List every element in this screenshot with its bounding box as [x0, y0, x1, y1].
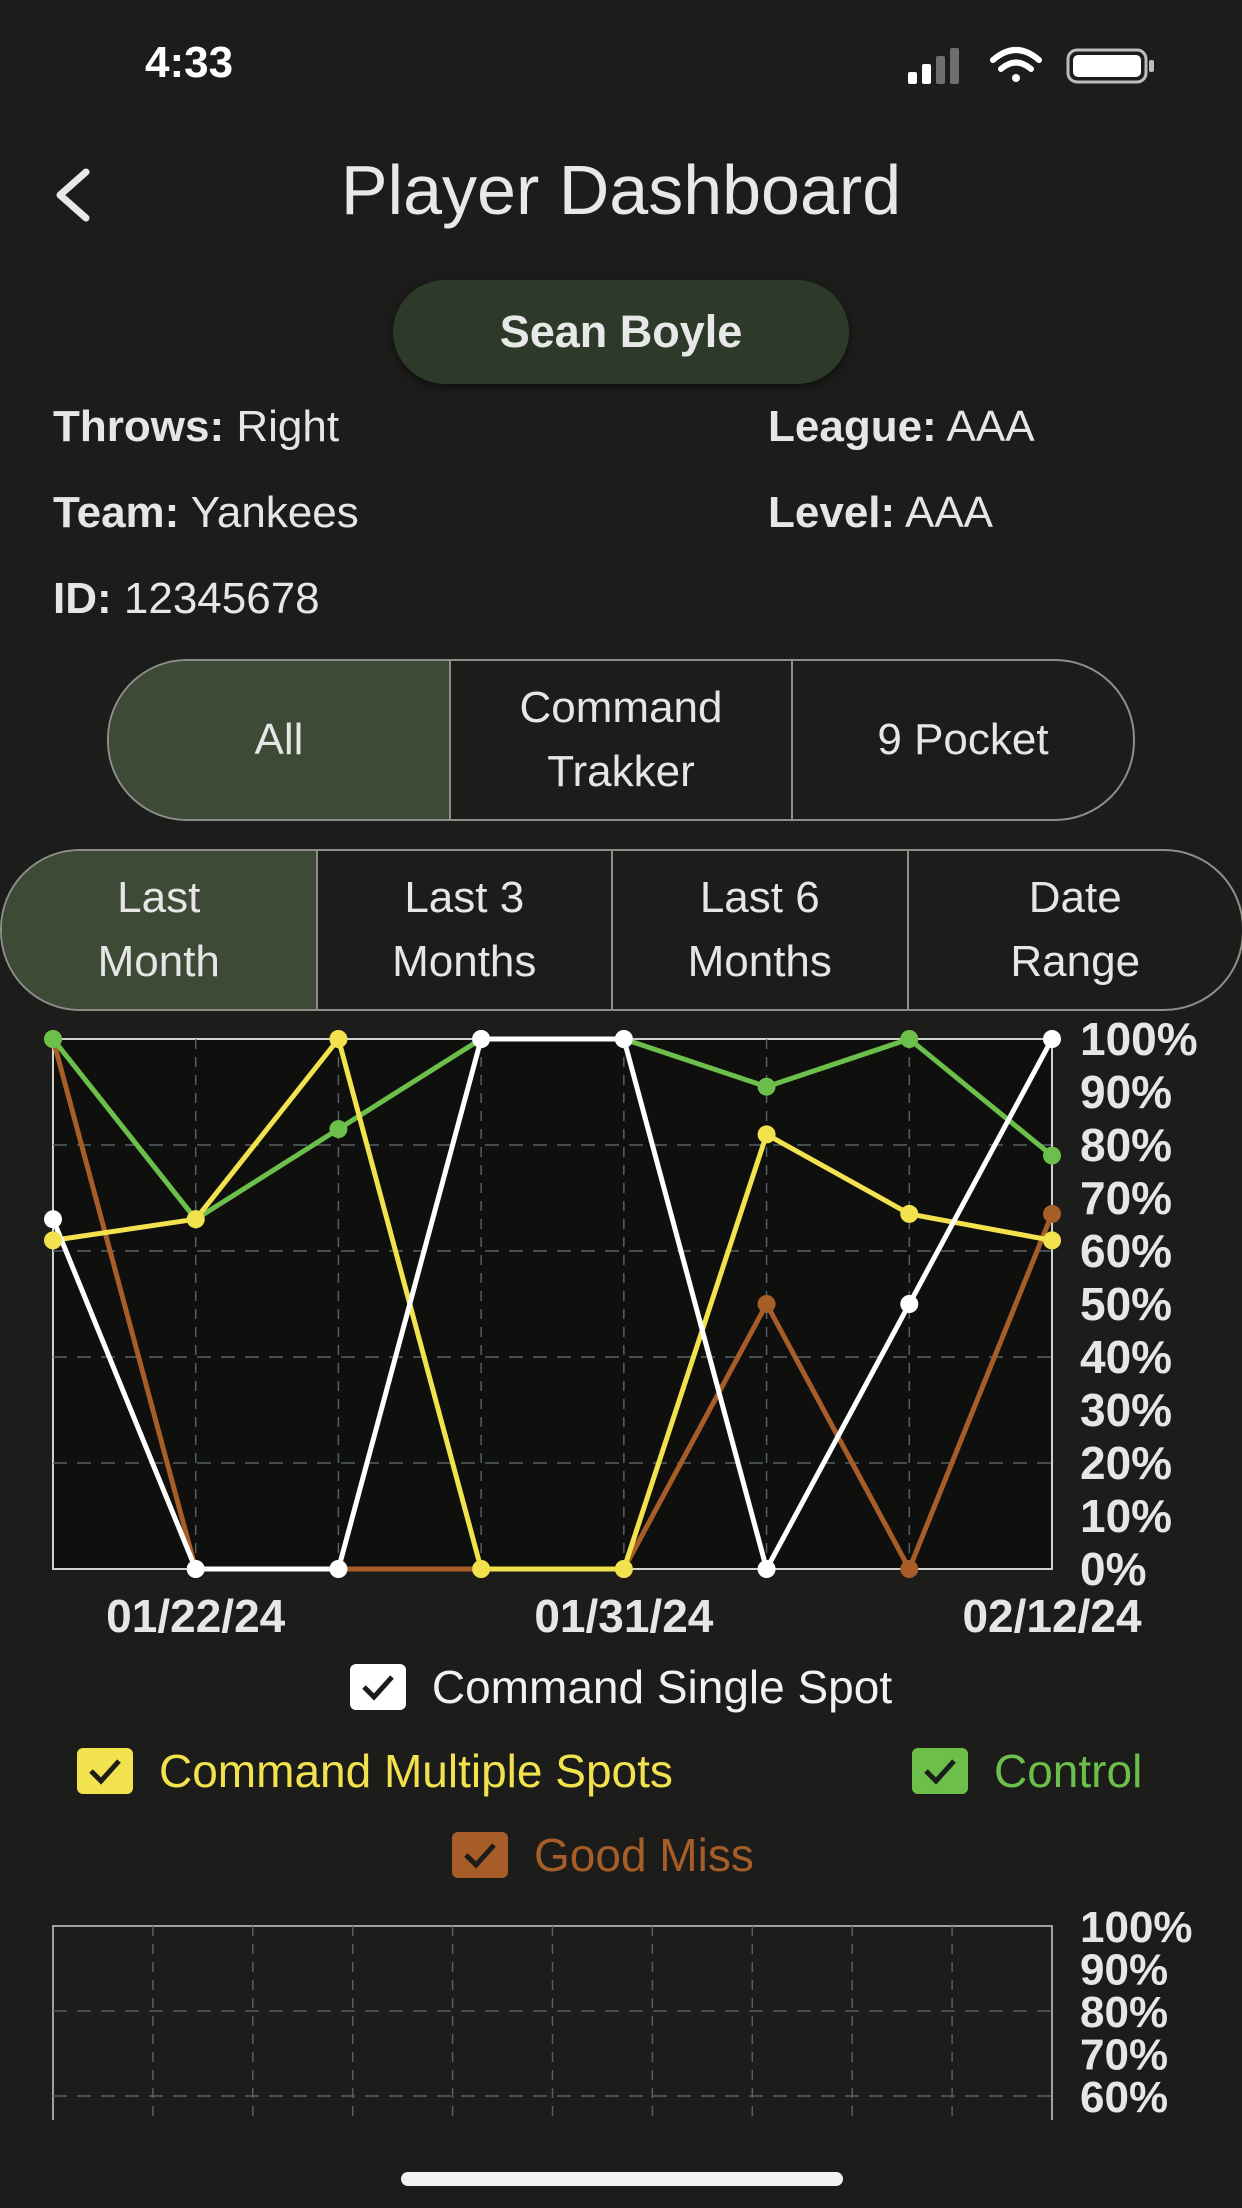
- tab-9-pocket[interactable]: 9 Pocket: [793, 661, 1133, 819]
- y-tick-label: 30%: [1080, 1384, 1172, 1436]
- y-tick-label: 70%: [1080, 1172, 1172, 1224]
- data-point: [472, 1030, 491, 1048]
- data-point: [186, 1560, 205, 1578]
- throws-info: Throws: Right: [53, 402, 339, 452]
- data-point: [329, 1560, 348, 1578]
- signal-icon: [908, 48, 959, 84]
- x-tick-label: 01/22/24: [106, 1590, 285, 1642]
- team-label: Team:: [53, 488, 180, 537]
- data-point: [757, 1560, 776, 1578]
- y-tick-label: 90%: [1080, 1066, 1172, 1118]
- data-point: [900, 1030, 919, 1048]
- throws-label: Throws:: [53, 402, 225, 451]
- data-point: [1043, 1146, 1061, 1165]
- y-tick-label: 50%: [1080, 1278, 1172, 1330]
- level-label: Level:: [768, 488, 896, 537]
- data-point: [329, 1030, 348, 1048]
- status-icons: [908, 46, 1158, 86]
- legend-label: Command Multiple Spots: [159, 1745, 673, 1797]
- x-tick-label: 01/31/24: [534, 1590, 713, 1642]
- data-point: [614, 1560, 633, 1578]
- id-label: ID:: [53, 574, 112, 623]
- tab-last-3-months[interactable]: Last 3 Months: [318, 851, 613, 1009]
- legend-command-single-spot[interactable]: Command Single Spot: [349, 1660, 893, 1714]
- second-line-chart: 100%90%80%70%60%: [52, 1903, 1193, 2120]
- level-info: Level: AAA: [768, 488, 993, 538]
- legend-label: Command Single Spot: [431, 1661, 893, 1713]
- data-point: [900, 1204, 919, 1223]
- tab-last-6-months[interactable]: Last 6 Months: [613, 851, 909, 1009]
- status-time: 4:33: [145, 38, 234, 87]
- y-tick-label: 60%: [1080, 1225, 1172, 1277]
- tab-last-month[interactable]: Last Month: [2, 851, 318, 1009]
- checkbox-icon: [912, 1748, 968, 1794]
- y-tick-label: 0%: [1080, 1543, 1146, 1595]
- data-point: [329, 1120, 348, 1139]
- data-point: [1043, 1231, 1061, 1250]
- data-point: [44, 1231, 62, 1250]
- legend-row-1: Command Single Spot: [0, 1660, 1242, 1714]
- y-tick-label: 100%: [1080, 1013, 1198, 1065]
- range-segmented-control: Last Month Last 3 Months Last 6 Months D…: [0, 849, 1242, 1011]
- y-tick-label: 80%: [1080, 1119, 1172, 1171]
- team-info: Team: Yankees: [53, 488, 359, 538]
- data-point: [757, 1125, 776, 1144]
- tab-command-trakker[interactable]: Command Trakker: [451, 661, 793, 819]
- legend-good-miss[interactable]: Good Miss: [452, 1828, 754, 1882]
- data-point: [1043, 1030, 1061, 1048]
- level-value: AAA: [904, 488, 994, 537]
- data-point: [900, 1295, 919, 1313]
- checkbox-icon: [77, 1748, 133, 1794]
- page-title: Player Dashboard: [340, 151, 902, 229]
- checkbox-icon: [349, 1664, 406, 1710]
- data-point: [1043, 1204, 1061, 1223]
- throws-value: Right: [236, 402, 340, 451]
- league-label: League:: [768, 402, 937, 451]
- wifi-icon: [990, 47, 1042, 82]
- league-info: League: AAA: [768, 402, 1035, 452]
- y-tick-label: 20%: [1080, 1437, 1172, 1489]
- data-point: [186, 1210, 205, 1229]
- data-point: [757, 1077, 776, 1096]
- percentage-line-chart: 100%90%80%70%60%50%40%30%20%10%0% 01/22/2…: [44, 1013, 1198, 1642]
- battery-icon: [1066, 48, 1154, 84]
- data-point: [614, 1030, 633, 1048]
- home-indicator: [401, 2172, 843, 2186]
- team-value: Yankees: [190, 488, 359, 537]
- tab-all[interactable]: All: [109, 661, 451, 819]
- id-value: 12345678: [123, 574, 320, 623]
- legend-command-multiple-spots[interactable]: Command Multiple Spots: [77, 1744, 673, 1798]
- player-name-button[interactable]: Sean Boyle: [393, 280, 849, 384]
- x-tick-label: 02/12/24: [962, 1590, 1141, 1642]
- source-segmented-control: All Command Trakker 9 Pocket: [107, 659, 1135, 821]
- legend-label: Control: [994, 1745, 1143, 1797]
- y-tick-label: 60%: [1080, 2073, 1168, 2120]
- data-point: [472, 1560, 491, 1578]
- data-point: [900, 1560, 919, 1578]
- data-point: [44, 1030, 62, 1048]
- legend-control[interactable]: Control: [912, 1744, 1142, 1798]
- data-point: [757, 1295, 776, 1313]
- league-value: AAA: [946, 402, 1035, 451]
- y-tick-label: 10%: [1080, 1490, 1172, 1542]
- y-tick-label: 40%: [1080, 1331, 1172, 1383]
- tab-date-range[interactable]: Date Range: [909, 851, 1242, 1009]
- id-info: ID: 12345678: [53, 574, 320, 624]
- legend-label: Good Miss: [534, 1829, 754, 1881]
- data-point: [44, 1210, 62, 1229]
- checkbox-icon: [452, 1832, 508, 1878]
